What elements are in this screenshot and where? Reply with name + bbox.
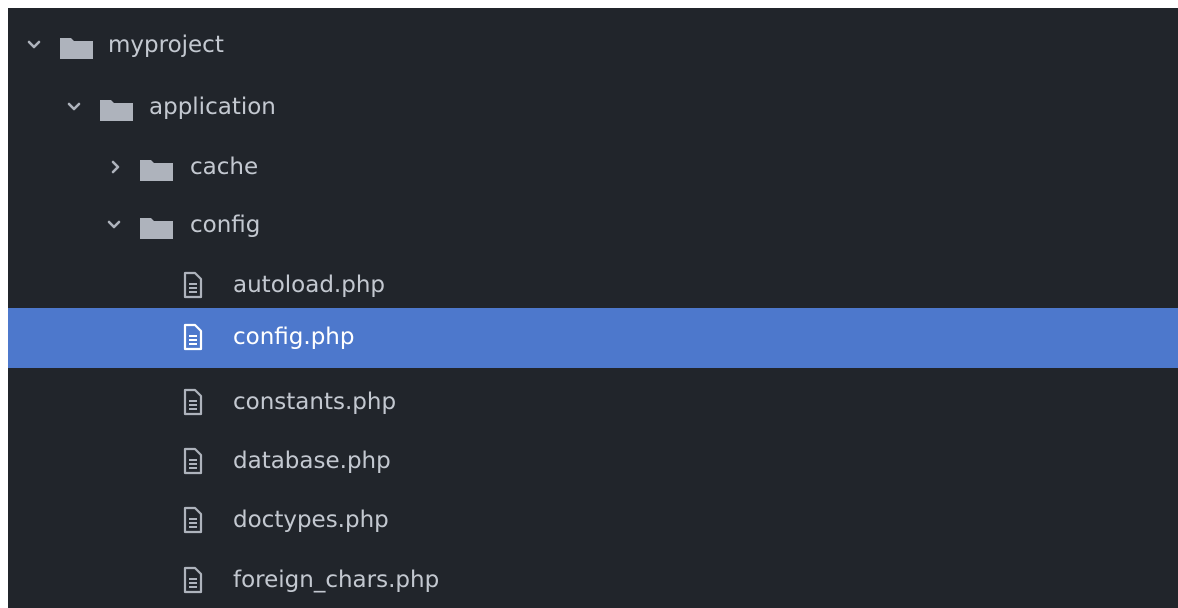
file-icon [182,506,204,534]
tree-item-cache[interactable]: cache [8,138,1178,198]
tree-item-label: cache [190,154,259,180]
folder-icon [140,159,173,181]
tree-file-autoload[interactable]: autoload.php [8,256,1178,316]
tree-file-config-php[interactable]: config.php [8,308,1178,368]
file-tree-panel: myproject application cache config autol… [8,8,1178,608]
tree-file-constants[interactable]: constants.php [8,373,1178,433]
tree-item-label: config [190,212,261,238]
file-icon [182,447,204,475]
file-label: foreign_chars.php [233,567,440,593]
file-label: config.php [233,324,355,350]
tree-file-database[interactable]: database.php [8,432,1178,492]
file-icon [182,566,204,594]
chevron-down-icon[interactable] [66,99,82,115]
chevron-right-icon[interactable] [108,159,124,175]
tree-file-doctypes[interactable]: doctypes.php [8,491,1178,551]
file-label: autoload.php [233,272,386,298]
file-label: constants.php [233,389,397,415]
file-icon [182,388,204,416]
folder-icon [60,37,93,59]
chevron-down-icon[interactable] [26,37,42,53]
tree-item-label: myproject [108,32,224,58]
tree-item-label: application [149,94,276,120]
folder-icon [100,99,133,121]
file-label: database.php [233,448,391,474]
file-label: doctypes.php [233,507,389,533]
file-icon [182,323,204,351]
tree-item-application[interactable]: application [8,78,1178,138]
tree-item-myproject[interactable]: myproject [8,16,1178,76]
folder-icon [140,217,173,239]
file-icon [182,271,204,299]
chevron-down-icon[interactable] [106,217,122,233]
tree-file-foreign-chars[interactable]: foreign_chars.php [8,551,1178,608]
tree-item-config-folder[interactable]: config [8,196,1178,256]
